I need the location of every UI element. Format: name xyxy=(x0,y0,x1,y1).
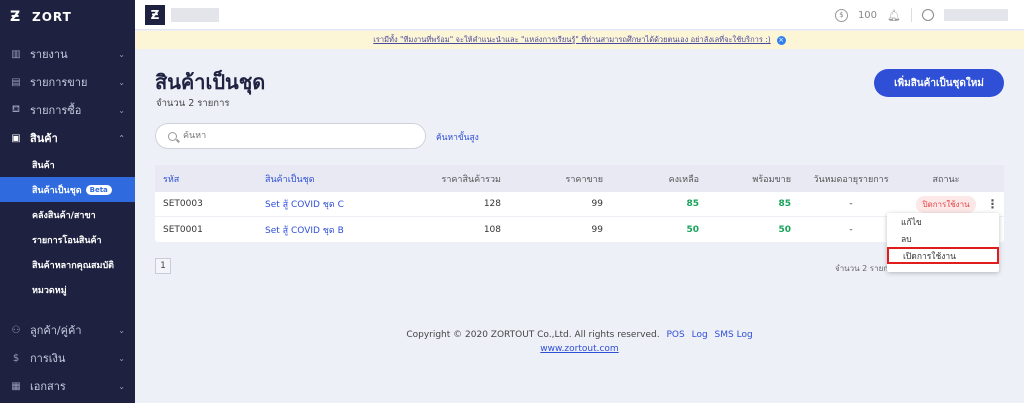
page-title: สินค้าเป็นชุด xyxy=(155,70,266,94)
cell-cost: 128 xyxy=(483,199,501,209)
header-expiry: วันหมดอายุรายการ xyxy=(813,174,889,185)
sidebar-item-report[interactable]: ▥ รายงาน ⌄ xyxy=(0,40,135,68)
table-row: SET0003 Set สู้ COVID ชุด C 128 99 85 85… xyxy=(155,192,1004,217)
header-sku[interactable]: รหัส xyxy=(155,172,265,186)
footer-link-sms-log[interactable]: SMS Log xyxy=(715,330,753,340)
header-available: พร้อมขาย xyxy=(752,174,791,185)
cell-name-link[interactable]: Set สู้ COVID ชุด C xyxy=(265,197,405,211)
search-input[interactable] xyxy=(183,131,403,141)
logo-text: ZORT xyxy=(32,10,72,24)
footer-link-log[interactable]: Log xyxy=(692,330,708,340)
status-badge: ปิดการใช้งาน xyxy=(916,195,976,213)
dollar-icon: $ xyxy=(12,352,20,364)
cell-price: 99 xyxy=(591,199,603,209)
beta-badge: Beta xyxy=(85,184,112,195)
chevron-down-icon: ⌄ xyxy=(118,49,125,59)
sidebar-item-label: เอกสาร xyxy=(30,380,66,393)
basket-icon: ⛾ xyxy=(11,103,21,115)
header-name[interactable]: สินค้าเป็นชุด xyxy=(265,172,405,186)
table-header: รหัส สินค้าเป็นชุด ราคาสินค้ารวม ราคาขาย… xyxy=(155,165,1004,192)
cell-price: 99 xyxy=(591,224,603,235)
footer-link-pos[interactable]: POS xyxy=(666,330,684,340)
row-action-menu: แก้ไข ลบ เปิดการใช้งาน xyxy=(887,213,999,272)
chevron-down-icon: ⌄ xyxy=(118,77,125,87)
cell-expiry: - xyxy=(849,199,853,209)
close-icon[interactable]: × xyxy=(776,35,786,45)
kebab-menu-icon[interactable]: ⋮ xyxy=(981,197,1004,211)
sidebar-item-products[interactable]: ▣ สินค้า ⌃ xyxy=(0,124,135,152)
divider xyxy=(911,8,912,22)
sidebar-sub-category[interactable]: หมวดหมู่ xyxy=(0,277,135,302)
user-icon[interactable] xyxy=(922,9,934,21)
banner-text[interactable]: เรามีทั้ง "ทีมงานที่พร้อม" จะให้คำแนะนำแ… xyxy=(373,34,770,46)
zort-logo-icon: Ƶ xyxy=(10,9,22,25)
pagination-page-1[interactable]: 1 xyxy=(155,258,171,274)
menu-item-edit[interactable]: แก้ไข xyxy=(887,213,999,230)
footer: Copyright © 2020 ZORTOUT Co.,Ltd. All ri… xyxy=(0,330,1024,340)
sidebar-sub-variants[interactable]: สินค้าหลากคุณสมบัติ xyxy=(0,252,135,277)
header-remaining: คงเหลือ xyxy=(668,174,699,185)
sidebar-sub-product-sets[interactable]: สินค้าเป็นชุด Beta xyxy=(0,177,135,202)
app-logo[interactable]: Ƶ ZORT xyxy=(0,0,135,34)
cell-name-link[interactable]: Set สู้ COVID ชุด B xyxy=(265,223,405,237)
cell-remaining: 85 xyxy=(686,199,699,209)
cell-available: 50 xyxy=(778,224,791,235)
box-icon: ▣ xyxy=(11,132,21,144)
clipboard-icon: ▤ xyxy=(11,76,21,88)
cell-cost: 108 xyxy=(483,224,501,235)
topbar: Ƶ $ 100 🔔︎ xyxy=(135,0,1024,30)
footer-site-link[interactable]: www.zortout.com xyxy=(135,344,1024,354)
sidebar-sub-products[interactable]: สินค้า xyxy=(0,152,135,177)
cell-sku: SET0003 xyxy=(163,199,203,209)
chevron-down-icon: ⌄ xyxy=(118,105,125,115)
sidebar-item-label: การเงิน xyxy=(30,352,66,365)
sidebar-item-label: รายงาน xyxy=(30,48,68,61)
table-row: SET0001 Set สู้ COVID ชุด B 108 99 50 50… xyxy=(155,217,1004,242)
sidebar-item-sales[interactable]: ▤ รายการขาย ⌄ xyxy=(0,68,135,96)
company-name-redacted xyxy=(171,7,219,22)
add-product-set-button[interactable]: เพิ่มสินค้าเป็นชุดใหม่ xyxy=(874,69,1004,97)
document-icon: ▦ xyxy=(11,380,21,392)
sidebar: Ƶ ZORT ▥ รายงาน ⌄ ▤ รายการขาย ⌄ ⛾ รายการ… xyxy=(0,0,135,403)
bell-icon[interactable]: 🔔︎ xyxy=(887,9,901,22)
header-cost: ราคาสินค้ารวม xyxy=(441,174,501,185)
search-box xyxy=(155,123,426,149)
sidebar-item-label: รายการซื้อ xyxy=(30,104,82,117)
sidebar-item-documents[interactable]: ▦ เอกสาร ⌄ xyxy=(0,372,135,400)
copyright-text: Copyright © 2020 ZORTOUT Co.,Ltd. All ri… xyxy=(406,330,660,340)
chevron-down-icon: ⌄ xyxy=(118,353,125,363)
search-icon xyxy=(168,131,177,141)
item-count: จำนวน 2 รายการ xyxy=(156,98,230,109)
menu-item-enable[interactable]: เปิดการใช้งาน xyxy=(887,247,999,264)
menu-item-delete[interactable]: ลบ xyxy=(887,230,999,247)
sidebar-sub-transfer[interactable]: รายการโอนสินค้า xyxy=(0,227,135,252)
header-price: ราคาขาย xyxy=(565,174,603,185)
sidebar-item-label: สินค้า xyxy=(30,132,58,145)
sidebar-sub-label: สินค้าเป็นชุด xyxy=(32,185,82,196)
chevron-down-icon: ⌄ xyxy=(118,381,125,391)
cell-remaining: 50 xyxy=(686,224,699,235)
user-name-redacted[interactable] xyxy=(944,9,1008,21)
coin-count[interactable]: 100 xyxy=(858,10,877,21)
company-logo[interactable]: Ƶ xyxy=(145,4,165,25)
sidebar-item-purchases[interactable]: ⛾ รายการซื้อ ⌄ xyxy=(0,96,135,124)
chart-icon: ▥ xyxy=(11,48,21,60)
product-set-table: รหัส สินค้าเป็นชุด ราคาสินค้ารวม ราคาขาย… xyxy=(155,165,1004,242)
sidebar-item-finance[interactable]: $ การเงิน ⌄ xyxy=(0,344,135,372)
cell-sku: SET0001 xyxy=(163,224,203,235)
advanced-search-link[interactable]: ค้นหาขั้นสูง xyxy=(436,130,479,144)
info-banner: เรามีทั้ง "ทีมงานที่พร้อม" จะให้คำแนะนำแ… xyxy=(135,31,1024,49)
header-status: สถานะ xyxy=(932,174,960,185)
sidebar-sub-warehouse[interactable]: คลังสินค้า/สาขา xyxy=(0,202,135,227)
sidebar-item-label: รายการขาย xyxy=(30,76,88,89)
coin-icon: $ xyxy=(834,8,848,22)
cell-available: 85 xyxy=(778,199,791,209)
chevron-up-icon: ⌃ xyxy=(118,133,125,143)
